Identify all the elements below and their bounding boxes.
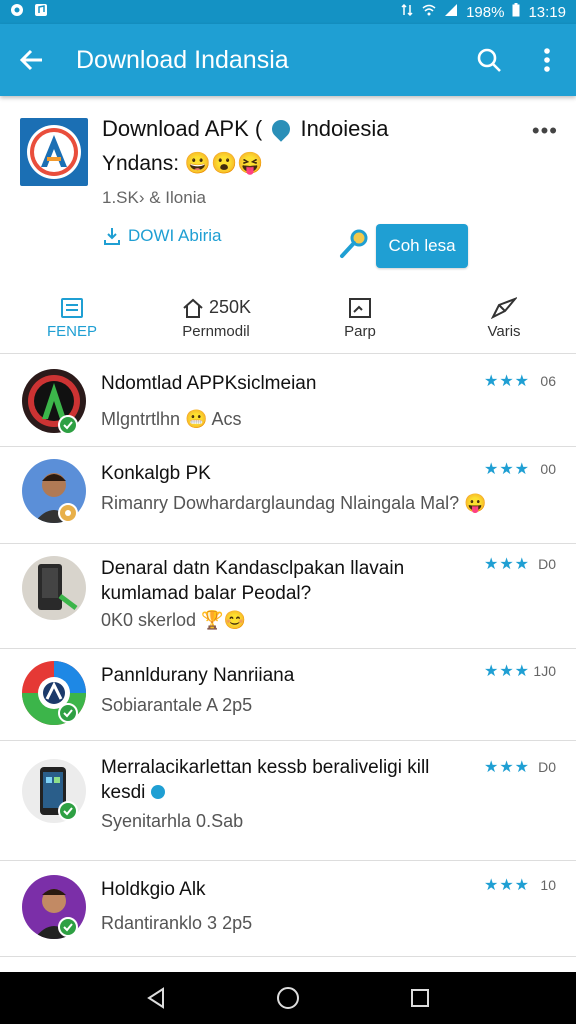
tab-varis[interactable]: Varis [432, 288, 576, 348]
item-subtitle: Mlgntrtlhn 😬 Acs [101, 409, 242, 429]
rating-stars: ★★★ [483, 877, 530, 894]
triangle-back-icon [147, 987, 164, 1009]
back-button[interactable] [0, 24, 64, 96]
pin-icon [268, 116, 295, 142]
item-title: Konkalgb PK [101, 463, 211, 484]
item-title: Holdkgio Alk [101, 879, 206, 900]
item-title: Ndomtlad APPKsiclmeian [101, 373, 317, 394]
primary-action-button[interactable]: Coh lesa [376, 224, 468, 268]
app-meta: 1.SK› & Ilonia [102, 188, 206, 207]
search-icon [477, 48, 501, 72]
rating-stars: ★★★ [483, 373, 530, 390]
rating-count: 06 [540, 373, 556, 389]
rating-stars: ★★★ [483, 663, 530, 680]
system-nav-bar [0, 972, 576, 1024]
item-title: Merralacikarlettan kessb beraliveligi ki… [101, 757, 430, 803]
rating-stars: ★★★ [483, 759, 530, 776]
status-bar: 198% 13:19 [0, 0, 576, 24]
rating-stars: ★★★ [483, 461, 530, 478]
item-subtitle: Rimanry Dowhardarglaundag Nlaingala Mal?… [101, 493, 487, 513]
tab-pernmodil[interactable]: 250K Pernmodil [144, 288, 288, 348]
download-icon [104, 228, 120, 245]
app-header-card: Download APK ( Indoiesia Yndans: 😀😮😝 1.S… [0, 96, 576, 354]
item-subtitle: Syenitarhla 0.Sab [101, 811, 244, 831]
square-recents-icon [411, 989, 429, 1007]
microphone-icon[interactable] [338, 228, 370, 260]
avatar [22, 556, 86, 620]
rating-count: 1J0 [533, 663, 556, 679]
rating-count: 10 [540, 877, 556, 893]
overflow-menu-button[interactable] [518, 24, 576, 96]
battery-icon [512, 3, 520, 21]
wifi-icon [422, 3, 436, 21]
page-title: Download Indansia [76, 45, 289, 74]
list-item[interactable]: Ndomtlad APPKsiclmeian Mlgntrtlhn 😬 Acs … [0, 355, 576, 447]
item-subtitle: Rdantiranklo 3 2p5 [101, 913, 253, 933]
verified-check-icon [58, 917, 78, 937]
verified-badge-icon [150, 785, 165, 799]
search-button[interactable] [460, 24, 518, 96]
battery-percent: 198% [466, 3, 505, 21]
nav-home-button[interactable] [268, 978, 308, 1018]
clock: 13:19 [528, 3, 566, 21]
signal-icon [444, 3, 458, 21]
tab-fenep[interactable]: FENEP [0, 288, 144, 348]
app-bar: Download Indansia [0, 24, 576, 96]
arrow-left-icon [19, 49, 42, 71]
nav-recents-button[interactable] [400, 978, 440, 1018]
list-item[interactable]: Konkalgb PK Rimanry Dowhardarglaundag Nl… [0, 447, 576, 543]
item-title: Denaral datn Kandasclpakan llavain kumla… [101, 558, 405, 604]
list-item[interactable]: Holdkgio Alk Rdantiranklo 3 2p5 ★★★ 10 [0, 861, 576, 957]
emoji-reactions: 😀😮😝 [184, 152, 264, 175]
home-icon [183, 298, 203, 318]
image-icon [349, 297, 371, 318]
app-title: Download APK ( Indoiesia [102, 116, 389, 142]
rating-stars: ★★★ [483, 556, 530, 573]
list-item[interactable]: Denaral datn Kandasclpakan llavain kumla… [0, 543, 576, 649]
app-logo-icon [20, 118, 88, 186]
item-subtitle: 0K0 skerlod 🏆😊 [101, 610, 246, 630]
data-arrows-icon [400, 3, 414, 21]
rating-count: D0 [538, 556, 556, 572]
circle-home-icon [277, 987, 299, 1009]
notification-icon [10, 3, 24, 21]
verified-check-icon [58, 415, 78, 435]
doc-icon [61, 297, 83, 318]
send-icon [491, 296, 517, 319]
music-icon [34, 3, 48, 21]
more-horizontal-icon[interactable]: ••• [532, 118, 558, 144]
item-subtitle: Sobiarantale A 2p5 [101, 695, 253, 715]
nav-back-button[interactable] [136, 978, 176, 1018]
review-list: Ndomtlad APPKsiclmeian Mlgntrtlhn 😬 Acs … [0, 355, 576, 957]
list-item[interactable]: Pannldurany Nanriiana Sobiarantale A 2p5… [0, 649, 576, 741]
app-subtitle: Yndans: 😀😮😝 [102, 152, 264, 175]
tab-bar: FENEP 250K Pernmodil Parp Varis [0, 288, 576, 348]
download-link[interactable]: DOWI Abiria [102, 226, 222, 246]
rating-count: 00 [540, 461, 556, 477]
list-item[interactable]: Merralacikarlettan kessb beraliveligi ki… [0, 741, 576, 861]
verified-check-icon [58, 801, 78, 821]
reaction-badge-icon [58, 503, 78, 523]
verified-check-icon [58, 703, 78, 723]
item-title: Pannldurany Nanriiana [101, 665, 295, 686]
tab-parp[interactable]: Parp [288, 288, 432, 348]
more-vertical-icon [544, 48, 550, 72]
rating-count: D0 [538, 759, 556, 775]
